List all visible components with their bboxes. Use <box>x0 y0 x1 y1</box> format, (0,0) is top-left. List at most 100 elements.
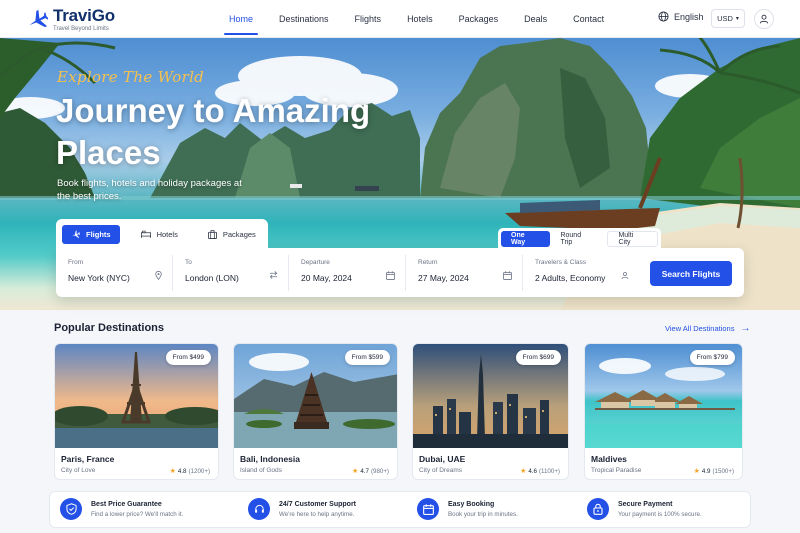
destination-card-paris[interactable]: From $499 Paris, France City of Love ★ 4.… <box>54 343 219 480</box>
user-icon <box>759 14 769 24</box>
nav-packages[interactable]: Packages <box>452 0 506 38</box>
destination-card-maldives[interactable]: From $799 Maldives Tropical Paradise ★ 4.… <box>584 343 743 480</box>
nav-contact[interactable]: Contact <box>566 0 611 38</box>
view-all-label: View All Destinations <box>665 324 735 333</box>
trip-one-way[interactable]: One Way <box>501 231 551 247</box>
destination-card-dubai[interactable]: From $699 Dubai, UAE City of Dreams ★ 4.6… <box>412 343 569 480</box>
departure-label: Departure <box>301 258 330 266</box>
booking-type-tabs: Flights Hotels Packages <box>56 219 268 249</box>
review-count: (980+) <box>370 468 389 475</box>
language-selector[interactable]: English <box>658 11 704 22</box>
main-nav: Home Destinations Flights Hotels Package… <box>222 0 623 38</box>
rating-value: 4.7 <box>360 468 369 475</box>
feature-title: Easy Booking <box>448 500 495 508</box>
airplane-icon <box>72 229 80 238</box>
hero-title: Journey to Amazing Places <box>56 92 371 171</box>
trip-multi-city[interactable]: Multi City <box>607 231 658 247</box>
star-icon: ★ <box>352 468 359 475</box>
airplane-logo-icon <box>29 9 48 27</box>
destination-name: Bali, Indonesia <box>240 454 300 464</box>
return-field[interactable]: Return 27 May, 2024 <box>406 254 523 291</box>
feature-desc: We're here to help anytime. <box>279 510 355 518</box>
feature-best-price: Best Price Guarantee Find a lower price?… <box>60 498 183 520</box>
swap-icon[interactable] <box>269 270 278 279</box>
flight-search-bar: From New York (NYC) To London (LON) Depa… <box>56 248 744 297</box>
feature-desc: Book your trip in minutes. <box>448 510 518 518</box>
feature-desc: Your payment is 100% secure. <box>618 510 702 518</box>
headset-icon <box>248 498 270 520</box>
feature-title: Secure Payment <box>618 500 673 508</box>
calendar-icon <box>386 270 395 280</box>
brand-name: TraviGo <box>53 6 115 25</box>
nav-flights[interactable]: Flights <box>348 0 389 38</box>
departure-field[interactable]: Departure 20 May, 2024 <box>289 254 406 291</box>
price-badge: From $499 <box>165 350 211 365</box>
review-count: (1100+) <box>538 468 560 475</box>
nav-home[interactable]: Home <box>222 0 260 38</box>
hero-script-title: Explore The World <box>57 68 205 86</box>
tab-hotels-label: Hotels <box>156 229 178 239</box>
trip-round-trip[interactable]: Round Trip <box>550 231 604 247</box>
suitcase-icon <box>207 229 217 239</box>
to-label: To <box>185 258 192 266</box>
section-title-popular-destinations: Popular Destinations <box>54 322 165 334</box>
nav-hotels[interactable]: Hotels <box>400 0 440 38</box>
feature-title: 24/7 Customer Support <box>279 500 357 508</box>
travelers-field[interactable]: Travelers & Class 2 Adults, Economy <box>523 255 639 291</box>
globe-icon <box>658 11 669 22</box>
currency-selector[interactable]: USD ▾ <box>711 9 745 28</box>
features-strip: Best Price Guarantee Find a lower price?… <box>49 491 751 528</box>
search-flights-button[interactable]: Search Flights <box>650 261 732 286</box>
view-all-destinations-link[interactable]: View All Destinations → <box>665 323 750 334</box>
destination-name: Dubai, UAE <box>419 454 466 464</box>
nav-deals[interactable]: Deals <box>517 0 554 38</box>
destination-name: Paris, France <box>61 454 115 464</box>
shield-check-icon <box>60 498 82 520</box>
calendar-icon <box>417 498 439 520</box>
map-pin-icon <box>155 270 162 280</box>
user-account-button[interactable] <box>754 9 774 29</box>
brand-tagline: Travel Beyond Limits <box>53 26 109 32</box>
tab-hotels[interactable]: Hotels <box>132 225 187 244</box>
star-icon: ★ <box>169 468 176 475</box>
chevron-down-icon: ▾ <box>735 16 739 22</box>
feature-easy-booking: Easy Booking Book your trip in minutes. <box>417 498 518 520</box>
review-count: (1200+) <box>188 468 211 475</box>
destination-tagline: Tropical Paradise <box>591 467 642 474</box>
destination-card-bali[interactable]: From $599 Bali, Indonesia Island of Gods… <box>233 343 398 480</box>
star-icon: ★ <box>693 468 700 475</box>
rating-value: 4.9 <box>701 468 711 475</box>
price-badge: From $799 <box>689 350 735 365</box>
rating-value: 4.8 <box>177 468 187 475</box>
feature-support: 24/7 Customer Support We're here to help… <box>248 498 356 520</box>
destination-tagline: City of Dreams <box>419 467 462 474</box>
bed-icon <box>140 230 151 238</box>
star-icon: ★ <box>520 468 527 475</box>
travelers-label: Travelers & Class <box>535 258 587 266</box>
destination-rating: ★ 4.9 (1500+) <box>694 467 734 475</box>
destination-rating: ★ 4.6 (1100+) <box>520 467 560 475</box>
from-field[interactable]: From New York (NYC) <box>56 254 173 291</box>
trip-type-toggle: One Way Round Trip Multi City <box>498 228 661 250</box>
site-header: TraviGo Travel Beyond Limits Home Destin… <box>0 0 800 38</box>
rating-value: 4.6 <box>528 468 537 475</box>
from-label: From <box>68 258 84 266</box>
tab-flights[interactable]: Flights <box>62 224 120 244</box>
tab-flights-label: Flights <box>86 229 111 239</box>
destination-tagline: Island of Gods <box>240 467 282 474</box>
logo[interactable]: TraviGo Travel Beyond Limits <box>26 7 115 32</box>
destination-rating: ★ 4.7 (980+) <box>352 467 389 475</box>
nav-destinations[interactable]: Destinations <box>272 0 336 38</box>
tab-packages[interactable]: Packages <box>199 225 265 244</box>
price-badge: From $699 <box>515 350 561 365</box>
return-label: Return <box>418 258 438 266</box>
price-badge: From $599 <box>344 350 390 365</box>
to-field[interactable]: To London (LON) <box>173 254 289 291</box>
hero-subtitle: Book flights, hotels and holiday package… <box>57 178 242 202</box>
arrow-right-icon: → <box>740 323 751 334</box>
tab-packages-label: Packages <box>222 229 256 239</box>
review-count: (1500+) <box>712 468 735 475</box>
user-icon <box>621 271 629 279</box>
feature-title: Best Price Guarantee <box>91 500 162 508</box>
calendar-icon <box>503 270 512 280</box>
